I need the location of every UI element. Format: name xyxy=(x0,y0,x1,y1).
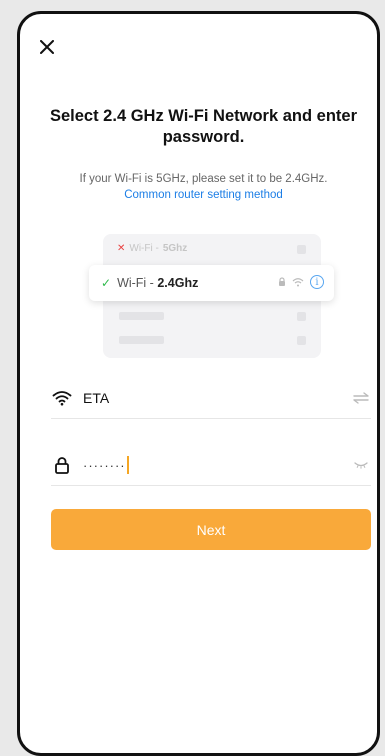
close-icon xyxy=(40,40,54,54)
illustration-good-network: ✓ Wi-Fi - 2.4Ghz i xyxy=(89,265,334,301)
placeholder-icon xyxy=(297,312,306,321)
placeholder-icon xyxy=(297,245,306,254)
good-network-prefix: Wi-Fi - xyxy=(117,276,154,290)
router-setting-link[interactable]: Common router setting method xyxy=(124,189,283,201)
text-caret xyxy=(126,456,129,474)
card-icons: i xyxy=(278,275,324,289)
placeholder-bar xyxy=(119,312,164,320)
page-subtitle: If your Wi-Fi is 5GHz, please set it to … xyxy=(34,171,373,203)
switch-network-button[interactable] xyxy=(351,388,371,408)
illustration-bad-network: ✕ Wi-Fi - 5Ghz xyxy=(117,243,187,254)
lock-small-icon xyxy=(279,277,285,286)
password-value: ········ xyxy=(83,457,126,473)
close-button[interactable] xyxy=(36,36,58,58)
wifi-icon xyxy=(51,387,73,409)
info-icon: i xyxy=(310,275,324,289)
eye-closed-icon xyxy=(354,462,368,469)
bad-network-prefix: Wi-Fi - xyxy=(129,243,159,254)
lock-icon xyxy=(51,454,73,476)
phone-frame: Select 2.4 GHz Wi-Fi Network and enter p… xyxy=(17,11,380,756)
placeholder-icon xyxy=(297,336,306,345)
good-network-band: 2.4Ghz xyxy=(157,276,199,290)
bad-network-band: 5Ghz xyxy=(162,243,188,254)
subtitle-text: If your Wi-Fi is 5GHz, please set it to … xyxy=(79,173,328,185)
check-icon: ✓ xyxy=(101,276,112,290)
next-button[interactable]: Next xyxy=(51,509,371,550)
x-icon: ✕ xyxy=(117,243,126,254)
wifi-small-icon xyxy=(292,278,304,287)
password-field[interactable]: ········ xyxy=(51,445,371,486)
placeholder-bar xyxy=(119,336,164,344)
ssid-field[interactable]: ETA xyxy=(51,378,371,419)
page-title: Select 2.4 GHz Wi-Fi Network and enter p… xyxy=(49,107,357,146)
toggle-password-visibility[interactable] xyxy=(351,455,371,475)
ssid-value[interactable]: ETA xyxy=(83,390,351,406)
password-input[interactable]: ········ xyxy=(83,456,351,474)
switch-network-icon xyxy=(353,392,369,404)
